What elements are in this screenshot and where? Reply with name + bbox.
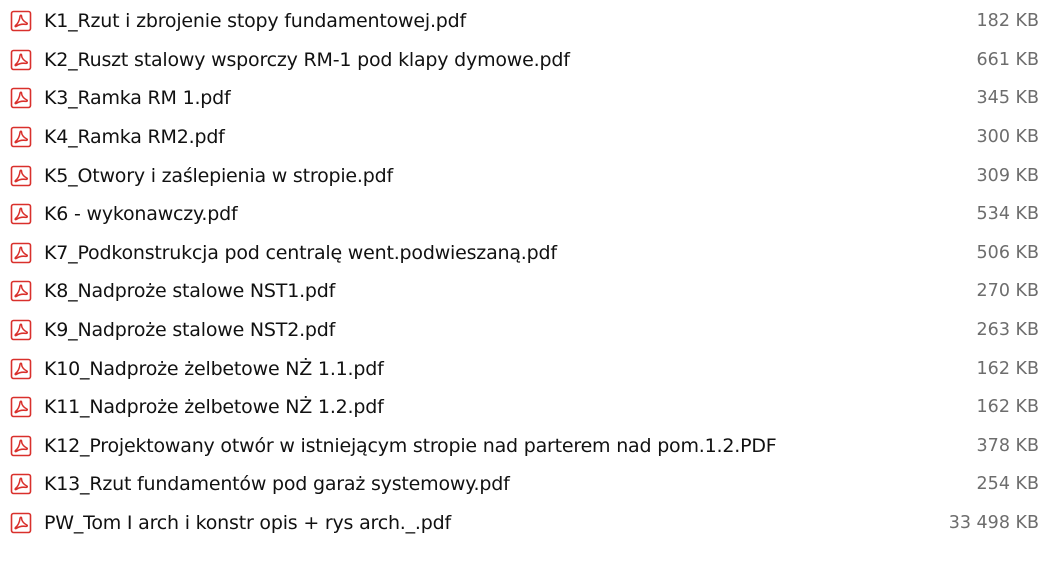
file-row[interactable]: K2_Ruszt stalowy wsporczy RM-1 pod klapy… <box>0 41 1051 80</box>
file-size: 378 KB <box>976 435 1039 456</box>
pdf-icon <box>10 87 32 109</box>
file-size: 182 KB <box>976 11 1039 32</box>
file-row[interactable]: K4_Ramka RM2.pdf 300 KB <box>0 118 1051 157</box>
pdf-icon <box>10 203 32 225</box>
file-name[interactable]: K4_Ramka RM2.pdf <box>44 126 225 148</box>
file-size: 345 KB <box>976 88 1039 109</box>
file-row[interactable]: K6 - wykonawczy.pdf 534 KB <box>0 195 1051 234</box>
file-size: 309 KB <box>976 165 1039 186</box>
file-name[interactable]: K12_Projektowany otwór w istniejącym str… <box>44 435 777 457</box>
file-name[interactable]: K5_Otwory i zaślepienia w stropie.pdf <box>44 165 393 187</box>
pdf-icon <box>10 512 32 534</box>
pdf-icon <box>10 242 32 264</box>
file-name[interactable]: K3_Ramka RM 1.pdf <box>44 87 231 109</box>
file-row[interactable]: K8_Nadproże stalowe NST1.pdf 270 KB <box>0 272 1051 311</box>
file-size: 300 KB <box>976 127 1039 148</box>
file-row[interactable]: K10_Nadproże żelbetowe NŻ 1.1.pdf 162 KB <box>0 349 1051 388</box>
pdf-icon <box>10 126 32 148</box>
file-size: 661 KB <box>976 49 1039 70</box>
file-size: 506 KB <box>976 242 1039 263</box>
file-name[interactable]: K8_Nadproże stalowe NST1.pdf <box>44 280 335 302</box>
file-name[interactable]: K2_Ruszt stalowy wsporczy RM-1 pod klapy… <box>44 49 570 71</box>
file-row[interactable]: K13_Rzut fundamentów pod garaż systemowy… <box>0 465 1051 504</box>
pdf-icon <box>10 280 32 302</box>
file-row[interactable]: K5_Otwory i zaślepienia w stropie.pdf 309… <box>0 156 1051 195</box>
pdf-icon <box>10 396 32 418</box>
file-row[interactable]: K11_Nadproże żelbetowe NŻ 1.2.pdf 162 KB <box>0 388 1051 427</box>
file-row[interactable]: K1_Rzut i zbrojenie stopy fundamentowej.… <box>0 2 1051 41</box>
file-name[interactable]: PW_Tom I arch i konstr opis + rys arch._… <box>44 512 451 534</box>
pdf-icon <box>10 49 32 71</box>
file-row[interactable]: K3_Ramka RM 1.pdf 345 KB <box>0 79 1051 118</box>
file-size: 263 KB <box>976 320 1039 341</box>
file-size: 162 KB <box>976 358 1039 379</box>
file-size: 33 498 KB <box>948 513 1039 534</box>
pdf-icon <box>10 165 32 187</box>
file-size: 162 KB <box>976 397 1039 418</box>
file-name[interactable]: K13_Rzut fundamentów pod garaż systemowy… <box>44 473 510 495</box>
file-name[interactable]: K6 - wykonawczy.pdf <box>44 203 238 225</box>
file-name[interactable]: K7_Podkonstrukcja pod centralę went.podw… <box>44 242 557 264</box>
file-row[interactable]: K7_Podkonstrukcja pod centralę went.podw… <box>0 234 1051 273</box>
file-name[interactable]: K10_Nadproże żelbetowe NŻ 1.1.pdf <box>44 358 384 380</box>
file-size: 534 KB <box>976 204 1039 225</box>
pdf-icon <box>10 435 32 457</box>
file-row[interactable]: K9_Nadproże stalowe NST2.pdf 263 KB <box>0 311 1051 350</box>
pdf-icon <box>10 10 32 32</box>
file-name[interactable]: K1_Rzut i zbrojenie stopy fundamentowej.… <box>44 10 466 32</box>
pdf-icon <box>10 358 32 380</box>
file-list: K1_Rzut i zbrojenie stopy fundamentowej.… <box>0 0 1051 588</box>
file-row[interactable]: K12_Projektowany otwór w istniejącym str… <box>0 427 1051 466</box>
pdf-icon <box>10 319 32 341</box>
file-size: 270 KB <box>976 281 1039 302</box>
file-name[interactable]: K11_Nadproże żelbetowe NŻ 1.2.pdf <box>44 396 384 418</box>
file-row[interactable]: PW_Tom I arch i konstr opis + rys arch._… <box>0 504 1051 543</box>
file-size: 254 KB <box>976 474 1039 495</box>
pdf-icon <box>10 473 32 495</box>
file-name[interactable]: K9_Nadproże stalowe NST2.pdf <box>44 319 335 341</box>
